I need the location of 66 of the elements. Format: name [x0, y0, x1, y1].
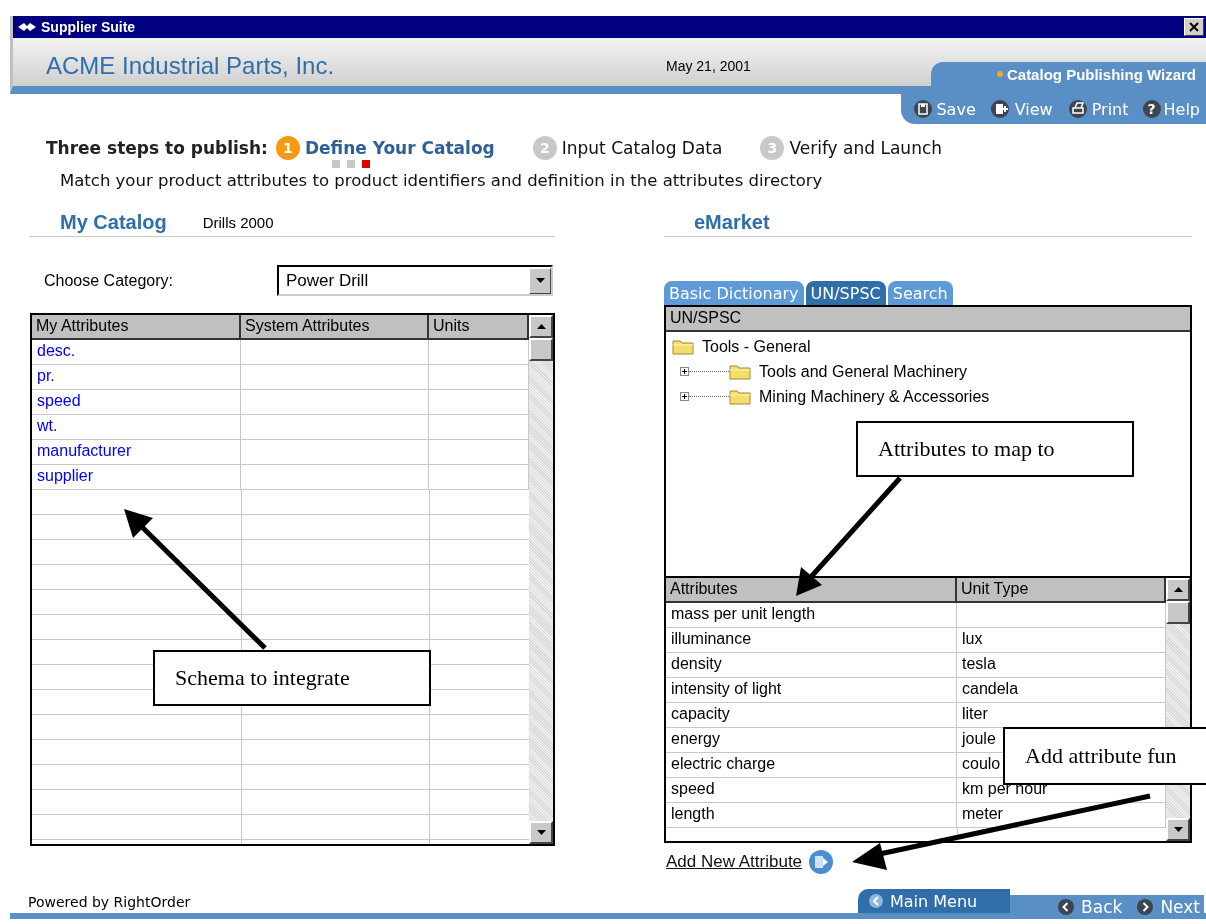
table-cell: speed — [666, 778, 957, 802]
tree-item[interactable]: Tools and General Machinery — [759, 362, 968, 381]
section-title: eMarket — [694, 210, 770, 234]
window-title: Supplier Suite — [41, 19, 136, 35]
table-cell: electric charge — [666, 753, 957, 777]
callout-tooltip: Schema to integrate — [153, 650, 431, 706]
chevron-left-icon — [1057, 898, 1076, 916]
column-header[interactable]: System Attributes — [241, 315, 429, 338]
attribute-link[interactable]: desc. — [32, 340, 241, 364]
attribute-link[interactable]: pr. — [32, 365, 241, 389]
step-link[interactable]: Input Catalog Data — [561, 138, 723, 158]
column-header[interactable]: My Attributes — [32, 315, 241, 338]
expand-icon[interactable] — [680, 392, 689, 401]
table-cell: density — [666, 653, 957, 677]
scroll-down-icon[interactable] — [1166, 818, 1190, 841]
table-cell: length — [666, 803, 957, 827]
tab[interactable]: UN/SPSC — [805, 281, 886, 305]
scroll-bar[interactable] — [529, 315, 553, 844]
add-attribute-link[interactable]: Add New Attribute — [666, 852, 803, 872]
scroll-up-icon[interactable] — [1166, 578, 1190, 601]
tree-item[interactable]: Tools - General — [702, 337, 811, 356]
help-icon: ? — [1142, 100, 1161, 118]
table-cell: illuminance — [666, 628, 957, 652]
section-title: My Catalog — [60, 210, 167, 234]
date-text: May 21, 2001 — [666, 58, 752, 74]
close-button[interactable] — [1184, 18, 1204, 36]
attribute-link[interactable]: wt. — [32, 415, 241, 439]
field-label: Choose Category: — [44, 271, 174, 290]
chevron-right-icon — [1136, 898, 1155, 916]
table-cell: intensity of light — [666, 678, 957, 702]
table-cell: mass per unit length — [666, 603, 957, 627]
instruction-text: Match your product attributes to product identifiers and definition in the attributes directory — [60, 171, 824, 190]
scroll-thumb[interactable] — [529, 338, 553, 361]
category-dropdown[interactable]: Power Drill — [277, 265, 553, 296]
steps-intro: Three steps to publish: — [46, 138, 268, 158]
scroll-down-icon[interactable] — [529, 821, 553, 844]
table-cell: capacity — [666, 703, 957, 727]
catalog-name: Drills 2000 — [202, 213, 274, 231]
step-link[interactable]: Verify and Launch — [789, 138, 943, 158]
main-menu-button[interactable]: Main Menu — [858, 889, 1010, 913]
help-button[interactable]: ? Help — [1142, 97, 1200, 121]
expand-icon[interactable] — [680, 367, 689, 376]
step-link[interactable]: Define Your Catalog — [304, 138, 495, 158]
bullet-icon — [996, 71, 1003, 77]
close-icon — [1189, 22, 1199, 32]
attribute-link[interactable]: supplier — [32, 465, 241, 489]
add-document-icon[interactable] — [808, 849, 835, 875]
panel-header: UN/SPSC — [666, 307, 1190, 332]
step-number: 1 — [275, 136, 300, 160]
scroll-thumb[interactable] — [1166, 601, 1190, 624]
add-page-icon — [989, 99, 1012, 119]
callout-tooltip: Attributes to map to — [856, 421, 1134, 477]
scroll-up-icon[interactable] — [529, 315, 553, 338]
folder-icon — [729, 363, 751, 380]
printer-icon — [1066, 99, 1089, 119]
attribute-link[interactable]: speed — [32, 390, 241, 414]
powered-by-text: Powered by RightOrder — [28, 894, 192, 910]
folder-icon — [672, 338, 694, 355]
tree-item[interactable]: Mining Machinery & Accessories — [759, 387, 990, 406]
company-name: ACME Industrial Parts, Inc. — [46, 52, 336, 81]
callout-tooltip: Add attribute fun — [1003, 727, 1206, 785]
folder-icon — [729, 388, 751, 405]
floppy-icon — [913, 99, 934, 119]
wizard-title: Catalog Publishing Wizard — [1006, 65, 1196, 83]
table-cell: energy — [666, 728, 957, 752]
attribute-link[interactable]: manufacturer — [32, 440, 241, 464]
